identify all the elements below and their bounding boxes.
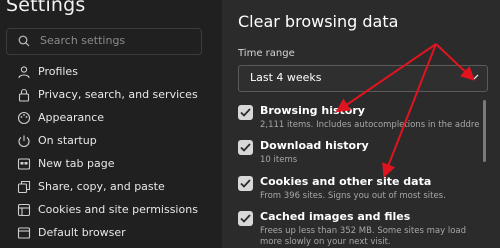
lock-icon <box>18 88 30 102</box>
settings-sidebar: Settings Search settings Profiles Privac… <box>0 0 212 248</box>
sidebar-item-label: Share, copy, and paste <box>38 180 165 193</box>
search-icon <box>18 35 30 47</box>
search-placeholder: Search settings <box>40 34 126 47</box>
sidebar-item-label: Profiles <box>38 65 78 78</box>
option-title: Cached images and files <box>260 210 411 223</box>
profile-icon <box>18 66 30 79</box>
page-title: Settings <box>6 0 86 16</box>
clear-browsing-data-dialog: Clear browsing data Time range Last 4 we… <box>222 0 500 248</box>
sidebar-item-new-tab-page[interactable]: New tab page <box>0 154 205 176</box>
search-input[interactable]: Search settings <box>6 28 202 55</box>
share-icon <box>17 180 31 194</box>
sidebar-item-default-browser[interactable]: Default browser <box>0 223 205 245</box>
dialog-scrollbar[interactable] <box>483 100 486 162</box>
option-browsing-history[interactable]: Browsing history 2,111 items. Includes a… <box>238 104 480 140</box>
browsing-history-checkbox[interactable] <box>238 105 253 120</box>
new-tab-icon <box>17 158 31 170</box>
cookies-icon <box>17 203 31 217</box>
checkmark-icon <box>240 214 251 223</box>
chevron-down-icon <box>469 74 479 80</box>
option-description: From 396 sites. Signs you out of most si… <box>260 191 446 201</box>
appearance-icon <box>17 111 31 125</box>
option-title: Browsing history <box>260 104 365 117</box>
power-icon <box>18 135 30 148</box>
option-title: Download history <box>260 139 369 152</box>
sidebar-item-privacy[interactable]: Privacy, search, and services <box>0 85 205 107</box>
sidebar-item-label: On startup <box>38 134 97 147</box>
sidebar-item-share-copy-paste[interactable]: Share, copy, and paste <box>0 177 205 199</box>
option-description: Frees up less than 352 MB. Some sites ma… <box>260 226 466 247</box>
checkmark-icon <box>240 179 251 188</box>
sidebar-item-label: Cookies and site permissions <box>38 203 198 216</box>
dialog-title: Clear browsing data <box>238 12 399 31</box>
sidebar-item-profiles[interactable]: Profiles <box>0 62 205 84</box>
sidebar-item-label: New tab page <box>38 157 115 170</box>
option-download-history[interactable]: Download history 10 items <box>238 139 478 175</box>
time-range-label: Time range <box>238 48 295 59</box>
sidebar-item-label: Appearance <box>38 111 105 124</box>
option-description: 2,111 items. Includes autocompletions in… <box>260 120 480 130</box>
sidebar-item-cookies-permissions[interactable]: Cookies and site permissions <box>0 200 205 222</box>
sidebar-item-appearance[interactable]: Appearance <box>0 108 205 130</box>
download-history-checkbox[interactable] <box>238 140 253 155</box>
checkmark-icon <box>240 143 251 152</box>
sidebar-item-on-startup[interactable]: On startup <box>0 131 205 153</box>
pane-divider <box>212 0 222 248</box>
sidebar-item-label: Default browser <box>38 226 126 239</box>
option-cached-images[interactable]: Cached images and files Frees up less th… <box>238 210 478 248</box>
time-range-dropdown[interactable]: Last 4 weeks <box>238 65 488 92</box>
cached-images-checkbox[interactable] <box>238 211 253 226</box>
sidebar-item-label: Privacy, search, and services <box>38 88 198 101</box>
option-title: Cookies and other site data <box>260 175 432 188</box>
browser-icon <box>17 227 31 239</box>
time-range-value: Last 4 weeks <box>250 71 322 84</box>
checkmark-icon <box>240 108 251 117</box>
option-cookies-site-data[interactable]: Cookies and other site data From 396 sit… <box>238 175 478 211</box>
option-description: 10 items <box>260 155 298 165</box>
cookies-checkbox[interactable] <box>238 176 253 191</box>
